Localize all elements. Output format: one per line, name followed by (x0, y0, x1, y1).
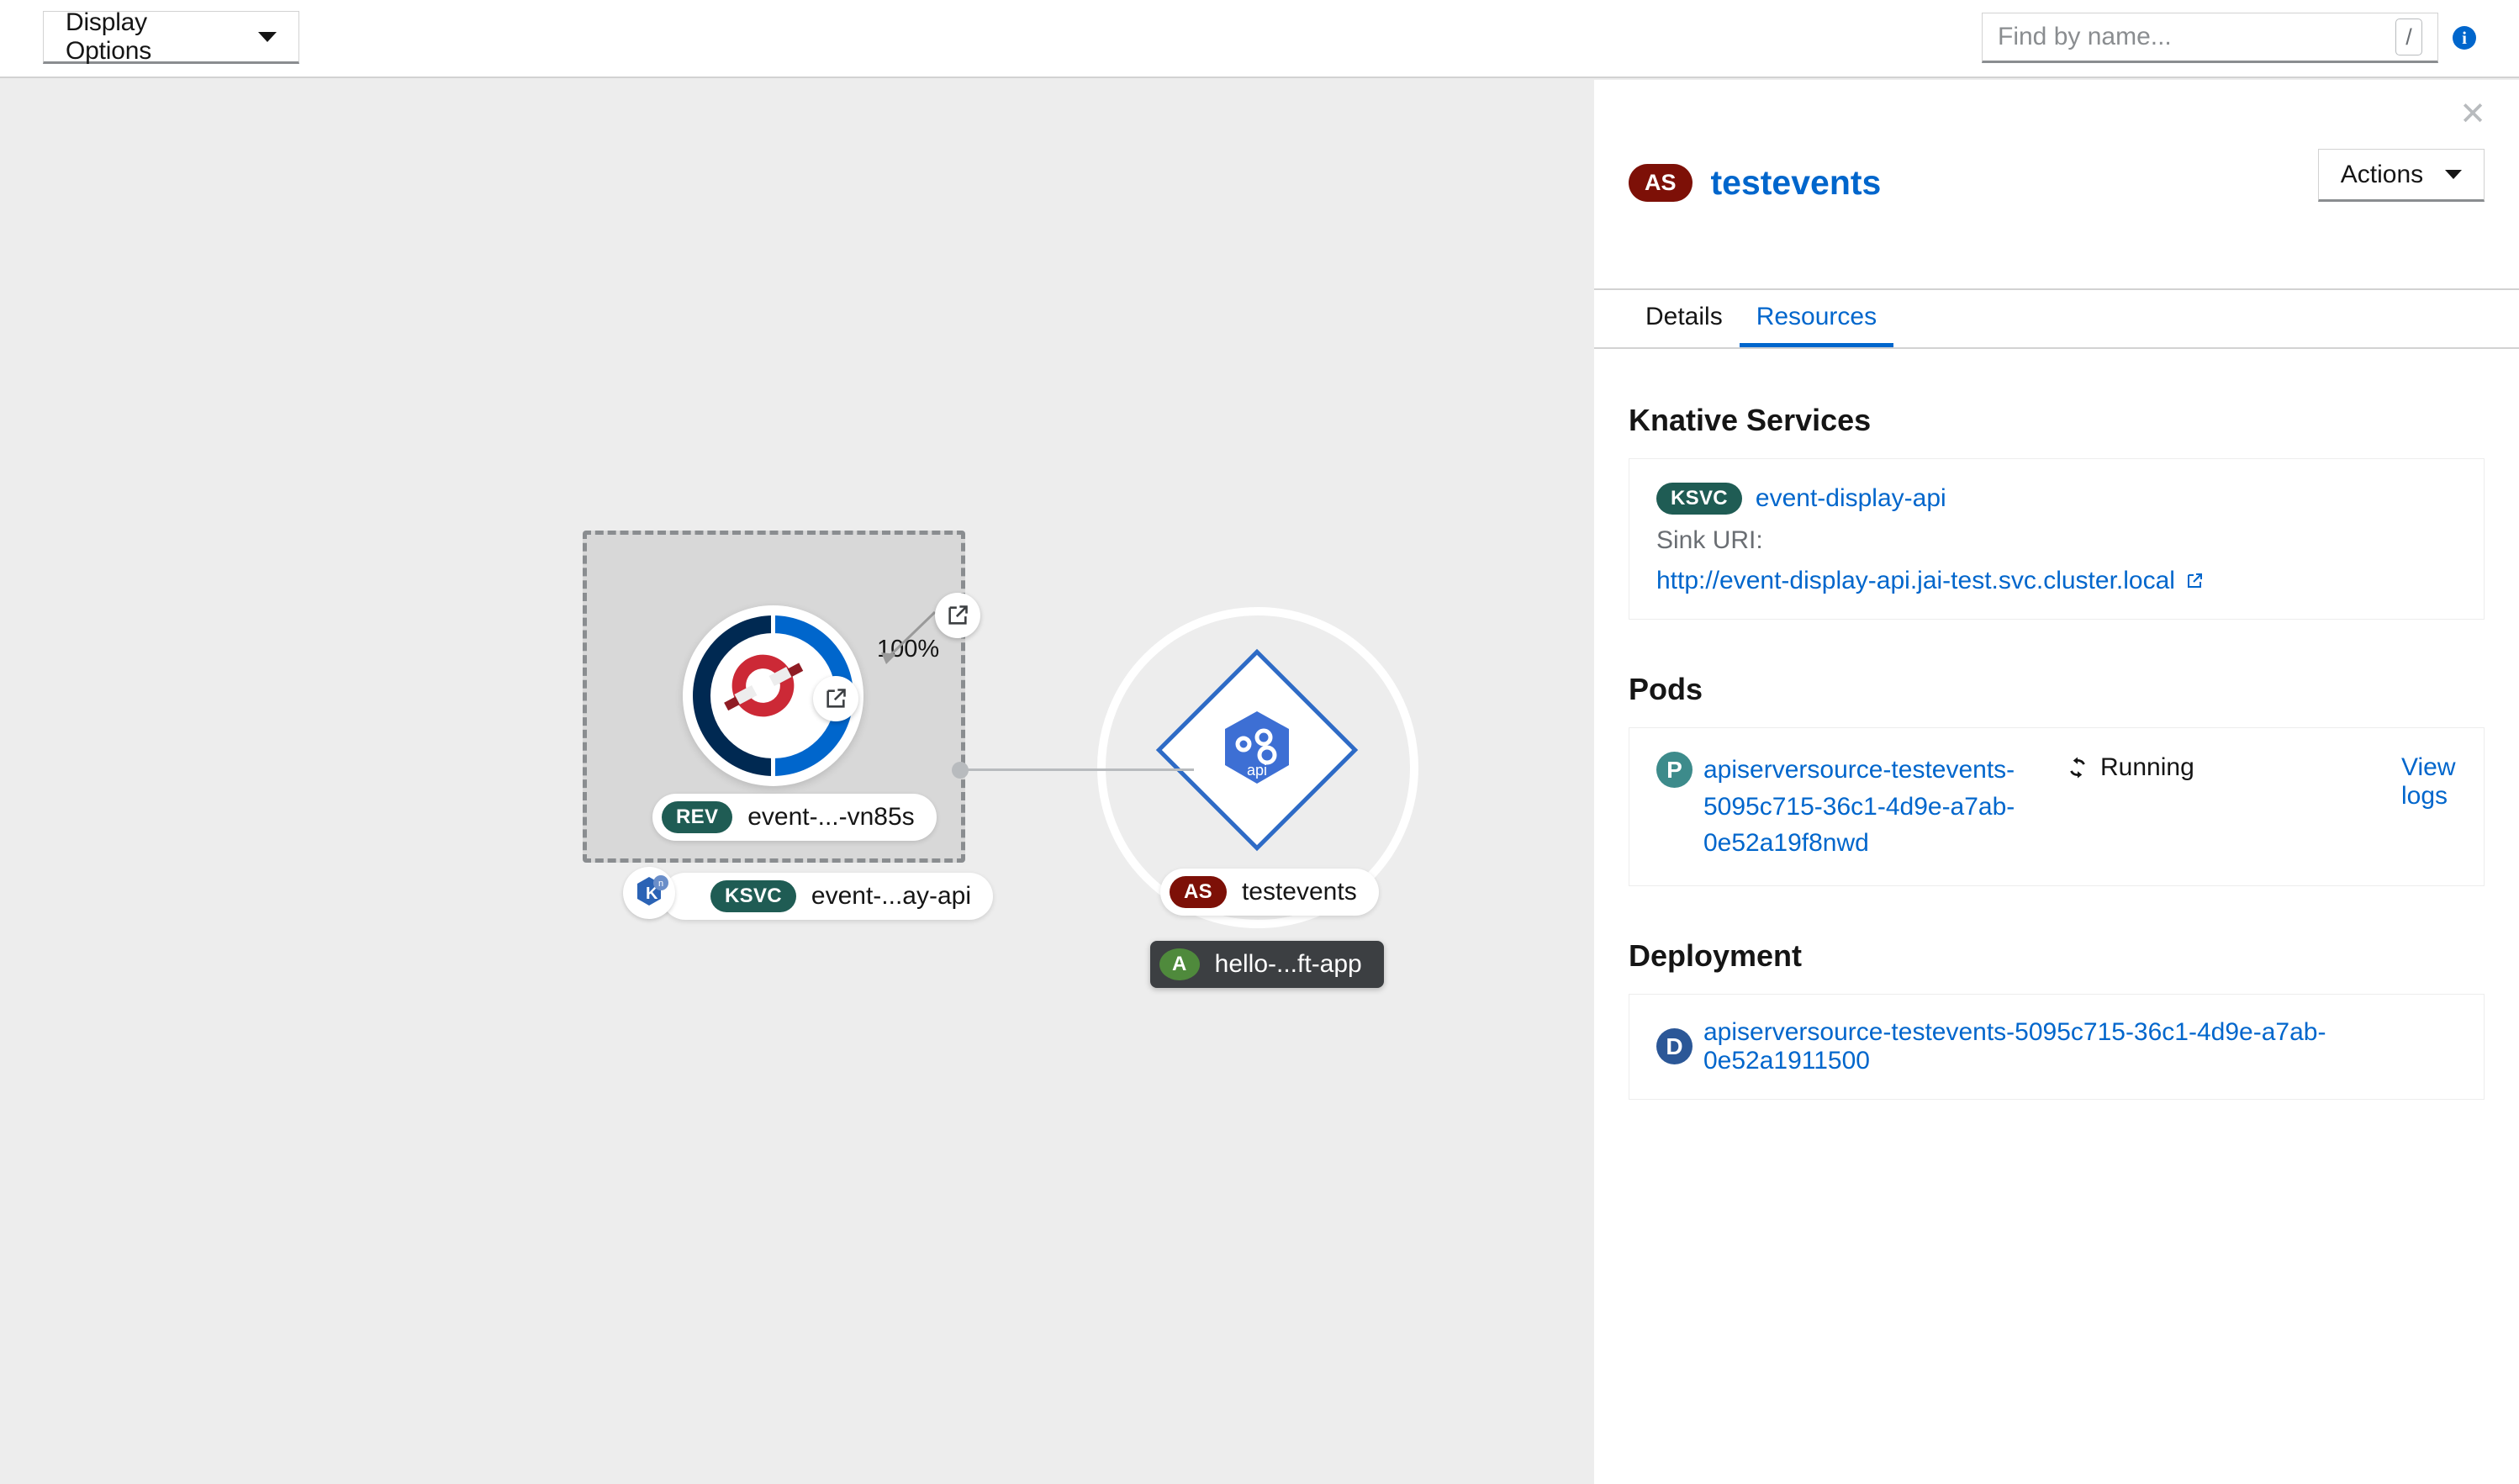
sidebar-resource-badge: AS (1629, 164, 1693, 202)
table-row: D apiserversource-testevents-5095c715-36… (1656, 1018, 2457, 1075)
sidebar-content: Knative Services KSVC event-display-api … (1594, 351, 2519, 1100)
revision-badge: REV (662, 801, 732, 833)
deployment-icon: D (1656, 1028, 1693, 1064)
search-input[interactable] (1998, 23, 2395, 51)
close-icon[interactable]: ✕ (2455, 97, 2490, 132)
chevron-down-icon (2445, 170, 2462, 179)
external-link-decorator-service[interactable] (935, 593, 980, 638)
knative-logo-icon: K n (623, 867, 675, 919)
sink-uri-row[interactable]: http://event-display-api.jai-test.svc.cl… (1656, 567, 2457, 595)
event-source-name: testevents (1242, 878, 1357, 906)
page-title[interactable]: testevents (1711, 163, 1882, 203)
section-title-pods: Pods (1629, 672, 2519, 707)
pod-name-link[interactable]: apiserversource-testevents-5095c715-36c1… (1703, 752, 2065, 862)
tab-resources-label: Resources (1756, 303, 1877, 331)
sink-uri-label: Sink URI: (1656, 526, 2457, 555)
info-icon[interactable]: i (2453, 26, 2476, 50)
external-link-icon (946, 604, 969, 627)
chevron-down-icon (258, 32, 277, 42)
deployment-card: D apiserversource-testevents-5095c715-36… (1629, 994, 2485, 1100)
ring-gap-top (771, 615, 775, 634)
external-link-decorator-revision[interactable] (813, 676, 858, 721)
pod-icon: P (1656, 752, 1693, 788)
event-source-label-pill[interactable]: AS testevents (1160, 869, 1379, 916)
application-name: hello-...ft-app (1215, 950, 1362, 979)
knative-service-link[interactable]: event-display-api (1756, 484, 1946, 513)
status-badge: Running (2065, 752, 2401, 782)
tab-details-label: Details (1645, 303, 1723, 331)
traffic-arrow (868, 607, 940, 679)
view-logs-link[interactable]: View logs (2401, 752, 2457, 811)
ring-gap-bottom (771, 758, 775, 776)
display-options-button[interactable]: Display Options (43, 11, 299, 64)
ksvc-badge: KSVC (710, 880, 796, 912)
svg-text:n: n (658, 879, 663, 889)
pods-card: P apiserversource-testevents-5095c715-36… (1629, 727, 2485, 886)
knative-service-label-pill[interactable]: KSVC event-...ay-api (662, 873, 993, 920)
sink-uri-link[interactable]: http://event-display-api.jai-test.svc.cl… (1656, 567, 2175, 595)
knative-services-card: KSVC event-display-api Sink URI: http://… (1629, 458, 2485, 620)
search-container[interactable]: / (1982, 13, 2438, 63)
application-group-tooltip[interactable]: A hello-...ft-app (1150, 941, 1384, 988)
table-row: P apiserversource-testevents-5095c715-36… (1656, 752, 2457, 862)
svg-text:api: api (1247, 762, 1267, 779)
slash-shortcut-key: / (2395, 18, 2422, 55)
external-link-icon (824, 687, 848, 710)
ksvc-name: event-...ay-api (811, 882, 971, 911)
top-toolbar: Display Options / i (0, 0, 2519, 78)
kubernetes-api-icon: api (1212, 705, 1302, 795)
sync-icon (2065, 755, 2090, 780)
section-title-knative-services: Knative Services (1629, 403, 2519, 438)
actions-button[interactable]: Actions (2318, 149, 2485, 202)
topology-edge (958, 768, 1194, 771)
external-link-icon (2184, 571, 2205, 591)
knative-icon: K n (623, 867, 675, 919)
tab-details[interactable]: Details (1629, 290, 1740, 347)
pod-status-label: Running (2100, 753, 2194, 782)
deployment-name-link[interactable]: apiserversource-testevents-5095c715-36c1… (1703, 1018, 2457, 1075)
ksvc-badge: KSVC (1656, 483, 1742, 515)
as-badge: AS (1170, 876, 1227, 908)
resource-sidebar: ✕ AS testevents Actions Details Resource… (1594, 80, 2519, 1484)
revision-label-pill[interactable]: REV event-...-vn85s (652, 794, 937, 841)
display-options-label: Display Options (66, 8, 235, 66)
tab-resources[interactable]: Resources (1740, 290, 1893, 347)
topology-edge-endpoint (952, 762, 969, 779)
knative-service-row[interactable]: KSVC event-display-api (1656, 483, 2457, 515)
revision-name: event-...-vn85s (747, 803, 914, 832)
section-title-deployment: Deployment (1629, 938, 2519, 974)
openshift-logo-icon (722, 645, 804, 726)
application-badge: A (1159, 948, 1200, 980)
actions-label: Actions (2341, 161, 2423, 189)
sidebar-tabs: Details Resources (1594, 288, 2519, 349)
topology-canvas[interactable]: 100% REV event-...-vn85s K n KSVC event-… (0, 80, 1594, 1484)
